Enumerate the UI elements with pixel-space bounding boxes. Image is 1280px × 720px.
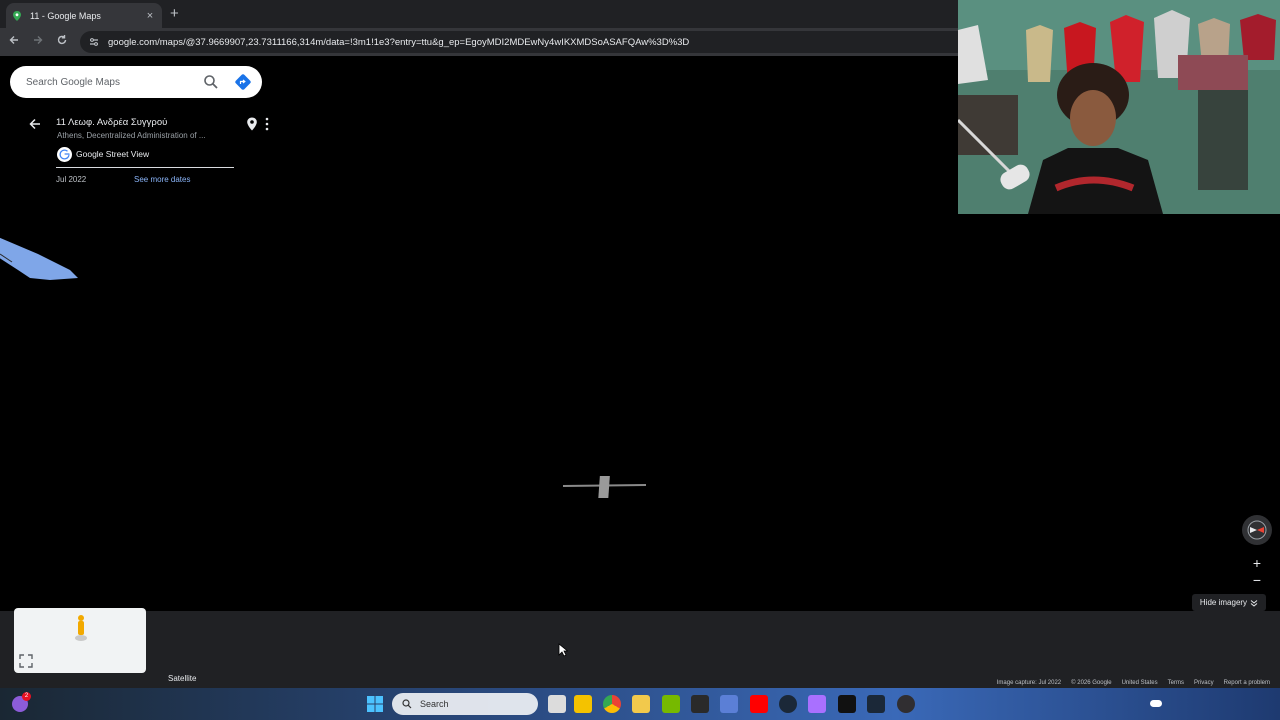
pegman-icon[interactable] — [74, 614, 88, 642]
new-tab-button[interactable]: + — [170, 5, 179, 22]
reload-button[interactable] — [53, 33, 71, 51]
terms-link[interactable]: Terms — [1168, 680, 1184, 686]
file-explorer-icon[interactable] — [632, 695, 650, 713]
steam-icon[interactable] — [779, 695, 797, 713]
privacy-link[interactable]: Privacy — [1194, 680, 1214, 686]
reload-icon — [57, 35, 67, 45]
search-input[interactable] — [26, 76, 196, 88]
hide-imagery-label: Hide imagery — [1199, 598, 1248, 607]
compass-icon — [1247, 520, 1267, 540]
more-options-icon[interactable] — [264, 117, 270, 131]
directions-icon[interactable] — [234, 73, 252, 91]
zoom-out-button[interactable]: − — [1250, 572, 1264, 588]
forward-arrow-icon — [34, 36, 43, 44]
forward-button[interactable] — [29, 33, 47, 51]
divider — [56, 167, 234, 168]
street-view-road-line[interactable] — [0, 232, 90, 292]
street-view-provider: Google Street View — [76, 149, 150, 159]
region-link[interactable]: United States — [1122, 680, 1158, 686]
expand-icon[interactable] — [19, 654, 33, 668]
tab-title: 11 - Google Maps — [30, 10, 101, 21]
obs-icon[interactable] — [897, 695, 915, 713]
app-icon[interactable] — [808, 695, 826, 713]
street-view-place-card: 11 Λεωφ. Ανδρέα Συγγρού Athens, Decentra… — [24, 112, 274, 192]
hide-imagery-button[interactable]: Hide imagery — [1192, 594, 1266, 611]
rockstar-launcher-icon[interactable] — [574, 695, 592, 713]
back-arrow-icon[interactable] — [28, 117, 42, 131]
epic-games-icon[interactable] — [691, 695, 709, 713]
chevron-down-icon — [1250, 599, 1258, 607]
close-tab-icon[interactable]: × — [144, 10, 156, 22]
mouse-cursor-icon — [558, 643, 568, 657]
cloud-icon[interactable] — [1150, 700, 1162, 707]
google-maps-icon — [13, 10, 21, 21]
back-button[interactable] — [5, 33, 23, 51]
capcut-icon[interactable] — [838, 695, 856, 713]
image-capture-date: Image capture: Jul 2022 — [996, 680, 1062, 686]
search-icon — [402, 699, 412, 709]
satellite-layer-label[interactable]: Satellite — [168, 674, 196, 683]
url-text: google.com/maps/@37.9669907,23.7311166,3… — [108, 36, 690, 48]
chrome-icon[interactable] — [603, 695, 621, 713]
webcam-overlay-image — [958, 0, 1280, 214]
street-view-navigation-marker[interactable] — [562, 474, 648, 502]
windows-start-icon[interactable] — [367, 696, 383, 712]
capture-date: Jul 2022 — [56, 175, 87, 184]
see-more-dates-link[interactable]: See more dates — [134, 175, 190, 184]
notification-badge: 2 — [22, 692, 31, 701]
task-view-icon[interactable] — [548, 695, 566, 713]
site-settings-icon[interactable] — [88, 36, 100, 48]
taskbar-search-label: Search — [420, 699, 449, 709]
report-problem-link[interactable]: Report a problem — [1224, 680, 1270, 686]
tab-google-maps[interactable]: 11 - Google Maps × — [6, 3, 162, 28]
location-pin-icon[interactable] — [246, 117, 258, 131]
minimap-thumbnail[interactable] — [14, 608, 146, 673]
steam-icon[interactable] — [867, 695, 885, 713]
search-icon[interactable] — [203, 74, 219, 90]
back-arrow-icon — [9, 36, 18, 44]
google-logo-icon — [57, 147, 72, 162]
app-icon[interactable] — [720, 695, 738, 713]
zoom-in-button[interactable]: + — [1250, 555, 1264, 571]
taskbar-search-box[interactable]: Search — [392, 693, 538, 715]
compass-button[interactable] — [1242, 515, 1272, 545]
place-subtitle: Athens, Decentralized Administration of … — [57, 131, 206, 140]
maps-footer: Image capture: Jul 2022 © 2026 Google Un… — [997, 680, 1270, 686]
youtube-icon[interactable] — [750, 695, 768, 713]
copyright: © 2026 Google — [1071, 680, 1112, 686]
windows-taskbar: 2 Search — [0, 688, 1280, 720]
maps-search-box — [10, 66, 262, 98]
place-title: 11 Λεωφ. Ανδρέα Συγγρού — [56, 117, 168, 128]
nvidia-icon[interactable] — [662, 695, 680, 713]
